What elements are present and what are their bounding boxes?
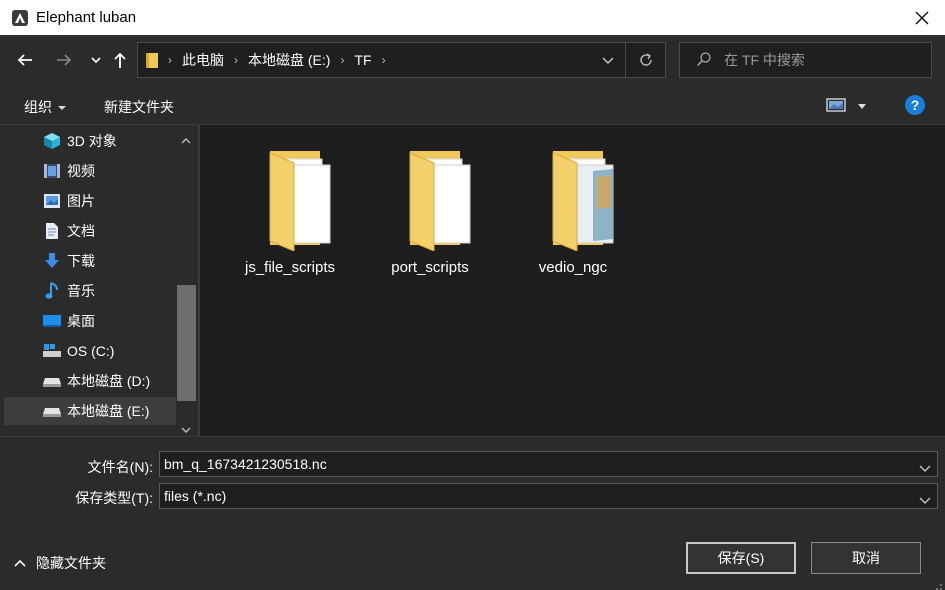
resize-grip-icon[interactable] xyxy=(933,578,943,590)
back-button[interactable] xyxy=(13,48,37,72)
nav-item-documents[interactable]: 文档 xyxy=(4,217,176,245)
organize-menu-button[interactable]: 组织 xyxy=(24,97,66,117)
close-window-button[interactable] xyxy=(899,0,945,35)
nav-item-3d-objects[interactable]: 3D 对象 xyxy=(4,127,176,155)
recent-locations-button[interactable] xyxy=(84,48,108,72)
os-drive-icon xyxy=(42,341,62,361)
filename-input[interactable]: bm_q_1673421230518.nc xyxy=(164,456,327,472)
drive-icon xyxy=(42,371,62,391)
folder-item[interactable]: port_scripts xyxy=(370,147,490,287)
folder-item[interactable]: js_file_scripts xyxy=(230,147,350,287)
window-title: Elephant luban xyxy=(36,9,137,26)
nav-item-label: 文档 xyxy=(67,223,95,239)
address-bar[interactable]: › 此电脑 › 本地磁盘 (E:) › TF › xyxy=(137,42,666,78)
up-button[interactable] xyxy=(108,48,132,72)
folder-name: vedio_ngc xyxy=(538,259,608,276)
filetype-combobox[interactable]: files (*.nc) xyxy=(159,483,938,509)
nav-item-label: 下载 xyxy=(67,253,95,269)
breadcrumb-tf[interactable]: TF xyxy=(354,52,371,68)
desktop-icon xyxy=(42,311,62,331)
download-icon xyxy=(42,251,62,271)
arrow-left-icon xyxy=(17,54,32,66)
cube-3d-icon xyxy=(42,131,62,151)
arrow-right-icon xyxy=(57,54,72,66)
breadcrumb-drive-e[interactable]: 本地磁盘 (E:) xyxy=(248,50,330,70)
new-folder-button[interactable]: 新建文件夹 xyxy=(104,97,174,117)
nav-item-label: 音乐 xyxy=(67,283,95,299)
close-icon xyxy=(915,11,929,24)
video-icon xyxy=(42,161,62,181)
document-icon xyxy=(42,221,62,241)
breadcrumb-this-pc[interactable]: 此电脑 xyxy=(182,50,224,70)
folder-name: js_file_scripts xyxy=(244,259,336,276)
nav-item-os-c[interactable]: OS (C:) xyxy=(4,337,176,365)
chevron-down-icon xyxy=(91,57,101,64)
nav-item-pictures[interactable]: 图片 xyxy=(4,187,176,215)
folder-icon xyxy=(254,147,334,254)
drive-icon xyxy=(42,401,62,421)
command-bar: 组织 新建文件夹 ? xyxy=(0,85,945,125)
filetype-label: 保存类型(T): xyxy=(75,490,153,506)
nav-item-desktop[interactable]: 桌面 xyxy=(4,307,176,335)
app-logo-icon xyxy=(12,9,28,26)
organize-label: 组织 xyxy=(24,99,52,115)
title-bar: Elephant luban xyxy=(0,0,945,35)
filename-label: 文件名(N): xyxy=(87,459,153,475)
nav-item-drive-e[interactable]: 本地磁盘 (E:) xyxy=(4,397,176,425)
help-button[interactable]: ? xyxy=(905,95,925,115)
change-view-button[interactable] xyxy=(826,97,846,116)
folder-name: port_scripts xyxy=(391,259,469,276)
hide-folders-label: 隐藏文件夹 xyxy=(36,555,106,571)
refresh-button[interactable] xyxy=(625,43,665,77)
chevron-down-icon[interactable] xyxy=(919,460,931,476)
view-options-icon xyxy=(826,98,846,112)
nav-item-label: 视频 xyxy=(67,163,95,179)
scroll-up-icon[interactable] xyxy=(181,131,191,147)
chevron-down-icon xyxy=(602,57,614,64)
nav-item-label: OS (C:) xyxy=(67,343,115,359)
caret-down-icon xyxy=(58,106,66,111)
nav-item-label: 本地磁盘 (D:) xyxy=(67,373,151,389)
folder-icon xyxy=(537,147,617,254)
nav-item-label: 桌面 xyxy=(67,313,95,329)
search-input[interactable] xyxy=(724,52,914,68)
nav-item-label: 本地磁盘 (E:) xyxy=(67,403,150,419)
navigation-scrollbar[interactable] xyxy=(176,125,197,436)
hide-folders-toggle[interactable]: 隐藏文件夹 xyxy=(14,553,106,573)
save-options-panel: 文件名(N): bm_q_1673421230518.nc 保存类型(T): f… xyxy=(0,436,945,590)
filetype-value: files (*.nc) xyxy=(164,488,227,504)
nav-item-drive-d[interactable]: 本地磁盘 (D:) xyxy=(4,367,176,395)
chevron-up-icon xyxy=(14,559,26,567)
chevron-down-icon[interactable] xyxy=(919,492,931,508)
breadcrumb-separator: › xyxy=(340,53,345,67)
scroll-down-icon[interactable] xyxy=(181,421,191,436)
scrollbar-thumb[interactable] xyxy=(177,285,196,401)
save-button[interactable]: 保存(S) xyxy=(686,542,796,574)
cancel-button[interactable]: 取消 xyxy=(811,542,921,574)
nav-item-music[interactable]: 音乐 xyxy=(4,277,176,305)
folder-small-icon xyxy=(146,52,158,68)
view-dropdown-caret-icon[interactable] xyxy=(858,104,866,109)
nav-item-label: 图片 xyxy=(67,193,95,209)
breadcrumb-separator: › xyxy=(381,53,386,67)
folder-item[interactable]: vedio_ngc xyxy=(513,147,633,287)
search-box[interactable] xyxy=(679,42,932,78)
arrow-up-icon xyxy=(114,52,126,68)
folder-icon xyxy=(394,147,474,254)
breadcrumb-separator: › xyxy=(234,53,238,67)
nav-item-videos[interactable]: 视频 xyxy=(4,157,176,185)
picture-icon xyxy=(42,191,62,211)
breadcrumb-separator: › xyxy=(168,53,172,67)
navigation-pane: 3D 对象 视频 图片 文档 下载 音乐 桌面 OS (C:) 本地磁盘 (D:… xyxy=(0,125,198,436)
nav-item-label: 3D 对象 xyxy=(67,133,117,149)
forward-button[interactable] xyxy=(52,48,76,72)
navigation-row: › 此电脑 › 本地磁盘 (E:) › TF › xyxy=(0,35,945,85)
refresh-icon xyxy=(639,53,652,66)
file-list-view[interactable]: js_file_scripts port_scripts vedio_ngc xyxy=(200,125,945,436)
nav-item-downloads[interactable]: 下载 xyxy=(4,247,176,275)
search-icon xyxy=(696,51,712,70)
address-dropdown-button[interactable] xyxy=(601,53,615,70)
music-icon xyxy=(42,281,62,301)
filename-combobox[interactable]: bm_q_1673421230518.nc xyxy=(159,451,938,477)
